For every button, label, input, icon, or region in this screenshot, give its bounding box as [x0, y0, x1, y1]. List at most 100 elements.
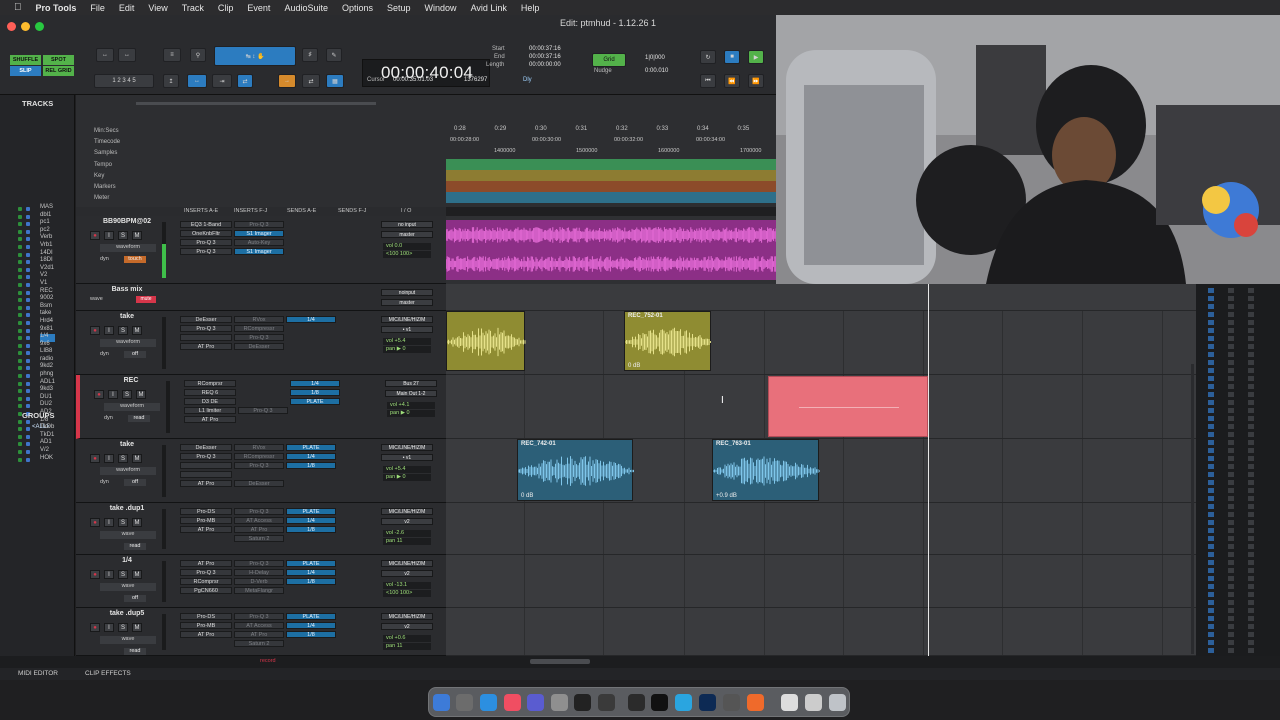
insert-slot[interactable]: RComprsr: [184, 380, 236, 387]
track-visible-icon[interactable]: [18, 374, 22, 379]
track-view-selector[interactable]: wave: [100, 636, 156, 644]
loop-icon[interactable]: ↻: [700, 50, 716, 64]
menu-track[interactable]: Track: [182, 3, 204, 13]
record-enable-button[interactable]: ●: [90, 570, 100, 579]
insert-slot-fj[interactable]: Pro-Q 3: [234, 334, 284, 341]
automation-mode[interactable]: read: [124, 648, 146, 655]
insert-slot[interactable]: L1 limiter: [184, 407, 236, 414]
insert-slot-fj[interactable]: S1 Imager: [234, 248, 284, 255]
send-slot[interactable]: 1/4: [286, 622, 336, 629]
track-visible-icon[interactable]: [18, 427, 22, 432]
input-selector[interactable]: MIC/LINE/HIZ/M: [381, 613, 433, 620]
track-view-selector[interactable]: wave: [100, 531, 156, 539]
minimize-window-button[interactable]: [21, 22, 30, 31]
insert-slot-fj[interactable]: S1 Imager: [234, 230, 284, 237]
apple-icon[interactable]: : [14, 2, 22, 13]
beat-waveform[interactable]: [445, 216, 777, 284]
pan-readout[interactable]: <100 100>: [383, 590, 431, 597]
fast-forward-icon[interactable]: ⏩: [748, 74, 764, 88]
app-icon-a[interactable]: [527, 694, 544, 711]
insert-slot-fj[interactable]: RVox: [234, 444, 284, 451]
speaker-tool-icon[interactable]: ♯: [302, 48, 318, 62]
track-visible-icon[interactable]: [18, 442, 22, 447]
track-visible-icon[interactable]: [18, 343, 22, 348]
record-enable-button[interactable]: ●: [94, 390, 104, 399]
insert-slot-fj[interactable]: H-Delay: [234, 569, 284, 576]
insert-slot-fj[interactable]: Pro-Q 3: [234, 560, 284, 567]
menu-setup[interactable]: Setup: [387, 3, 411, 13]
output-selector[interactable]: master: [381, 299, 433, 306]
insert-slot-fj[interactable]: Pro-Q 3: [234, 462, 284, 469]
menu-event[interactable]: Event: [247, 3, 270, 13]
insert-slot[interactable]: AT Pro: [184, 416, 236, 423]
volume-readout[interactable]: vol +5.4: [383, 338, 431, 345]
output-selector[interactable]: Main Out 1-2: [385, 390, 437, 397]
playhead[interactable]: [928, 284, 929, 656]
track-visible-icon[interactable]: [18, 214, 22, 219]
track-dyn[interactable]: dyn: [104, 415, 113, 421]
solo-button[interactable]: S: [122, 390, 132, 399]
solo-button[interactable]: S: [118, 623, 128, 632]
track-dyn[interactable]: dyn: [100, 256, 109, 262]
finder-icon[interactable]: [433, 694, 450, 711]
track-name[interactable]: 1/4: [96, 557, 158, 564]
record-enable-button[interactable]: ●: [90, 326, 100, 335]
mode-relgrid-button[interactable]: REL GRID: [43, 66, 74, 76]
track-visible-icon[interactable]: [18, 450, 22, 454]
output-selector[interactable]: v2: [381, 623, 433, 630]
track-visible-icon[interactable]: [18, 434, 22, 439]
window-icon[interactable]: [781, 694, 798, 711]
minsecs-ticks[interactable]: 0:28 0:29 0:30 0:31 0:32 0:33 0:34 0:35: [446, 126, 776, 136]
launchpad-icon[interactable]: [456, 694, 473, 711]
mute-button[interactable]: M: [132, 454, 142, 463]
volume-readout[interactable]: vol +0.6: [383, 635, 431, 642]
solo-button[interactable]: S: [118, 518, 128, 527]
timecode-ticks[interactable]: 00:00:28:00 00:00:30:00 00:00:32:00 00:00:3…: [446, 137, 776, 147]
clip-recording[interactable]: [768, 376, 928, 437]
link-track-edit-icon[interactable]: ▦: [326, 74, 344, 88]
track-visible-icon[interactable]: [18, 229, 22, 234]
clip-effects-tab[interactable]: CLIP EFFECTS: [85, 670, 131, 677]
insert-slot[interactable]: AT Pro: [180, 631, 232, 638]
solo-button[interactable]: S: [118, 570, 128, 579]
input-selector[interactable]: MIC/LINE/HIZ/M: [381, 316, 433, 323]
insert-slot-fj[interactable]: Pro-Q 3: [234, 221, 284, 228]
track-dyn[interactable]: dyn: [100, 479, 109, 485]
track-header[interactable]: 1/4 ● I S Mwave off AT Pro Pro-Q 3 RComprsr PgCN6…: [76, 555, 446, 608]
output-selector[interactable]: • v1: [381, 326, 433, 333]
midi-editor-tab[interactable]: MIDI EDITOR: [18, 670, 58, 677]
insertion-follows-icon[interactable]: →: [278, 74, 296, 88]
nudge-value[interactable]: 0:00.010: [645, 68, 668, 74]
volume-readout[interactable]: vol -13.1: [383, 582, 431, 589]
solo-button[interactable]: S: [118, 454, 128, 463]
send-slot[interactable]: 1/8: [290, 389, 340, 396]
universe-bar[interactable]: [136, 102, 376, 105]
input-monitor-button[interactable]: I: [104, 623, 114, 632]
insert-slot[interactable]: [180, 334, 232, 341]
menu-clip[interactable]: Clip: [218, 3, 234, 13]
menu-options[interactable]: Options: [342, 3, 373, 13]
insert-slot[interactable]: AT Pro: [180, 560, 232, 567]
mode-shuffle-button[interactable]: SHUFFLE: [10, 55, 41, 65]
track-visible-icon[interactable]: [18, 267, 22, 272]
clip-rec-763[interactable]: REC_763-01 +0.9 dB: [712, 439, 820, 501]
track-visible-icon[interactable]: [18, 328, 22, 333]
insert-slot-fj[interactable]: Pro-Q 3: [234, 613, 284, 620]
track-visible-icon[interactable]: [18, 320, 22, 325]
input-monitor-button[interactable]: I: [104, 570, 114, 579]
end-value[interactable]: 00:00:37:16: [529, 54, 561, 60]
mode-spot-button[interactable]: SPOT: [43, 55, 74, 65]
track-visible-icon[interactable]: [18, 305, 22, 310]
play-icon[interactable]: ▶: [748, 50, 764, 64]
solo-button[interactable]: S: [118, 326, 128, 335]
send-slot[interactable]: PLATE: [286, 444, 336, 451]
insert-slot[interactable]: DeEsser: [180, 444, 232, 451]
bass-lane[interactable]: [446, 284, 1196, 311]
track-visible-icon[interactable]: [18, 282, 22, 287]
track-name[interactable]: take .dup5: [96, 610, 158, 617]
track-header[interactable]: Bass mix wave mute noinput master: [76, 284, 446, 311]
trash-icon[interactable]: [829, 694, 846, 711]
trim-left-icon[interactable]: ↥: [163, 74, 179, 88]
chrome-icon[interactable]: [628, 694, 645, 711]
app-icon-b[interactable]: [551, 694, 568, 711]
